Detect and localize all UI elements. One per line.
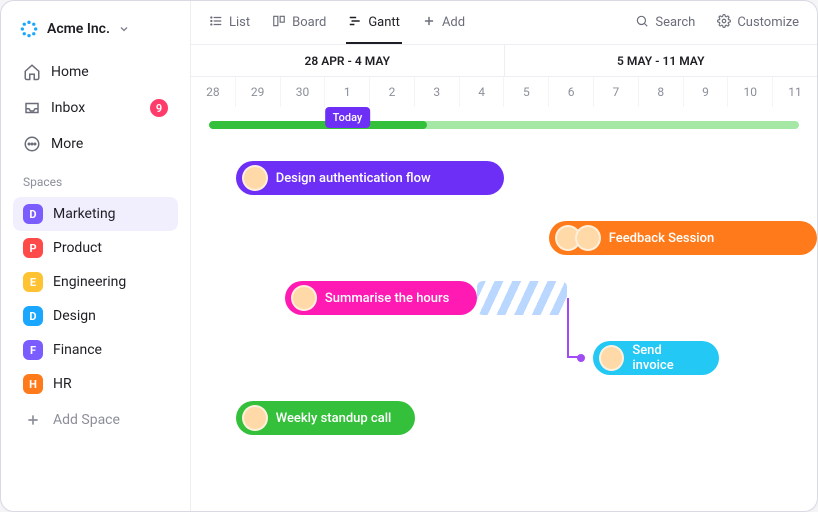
nav-more[interactable]: More (13, 127, 178, 161)
day-header: 7 (594, 77, 639, 107)
avatar (599, 345, 624, 371)
range-right: 5 MAY - 11 MAY (505, 45, 818, 76)
task-auth[interactable]: Design authentication flow (236, 161, 504, 195)
task-label: Design authentication flow (276, 171, 431, 186)
chevron-down-icon (118, 20, 130, 39)
task-fb[interactable]: Feedback Session (549, 221, 817, 255)
more-icon (23, 135, 41, 153)
space-label: Engineering (53, 274, 126, 290)
nav-label: More (51, 136, 83, 152)
sidebar-space-marketing[interactable]: D Marketing (13, 197, 178, 231)
day-header: 1 (325, 77, 370, 107)
search-icon (635, 14, 649, 32)
sidebar-space-finance[interactable]: F Finance (13, 333, 178, 367)
day-header: 29 (236, 77, 281, 107)
day-header: 2 (370, 77, 415, 107)
day-header: 11 (773, 77, 817, 107)
workspace-switcher[interactable]: Acme Inc. (13, 15, 178, 53)
task-label: Feedback Session (609, 231, 715, 246)
sidebar-space-hr[interactable]: H HR (13, 367, 178, 401)
space-label: Finance (53, 342, 102, 358)
day-header: 5 (504, 77, 549, 107)
avatar (291, 285, 317, 311)
inbox-badge: 9 (150, 99, 168, 117)
customize-button[interactable]: Customize (715, 2, 801, 44)
main: List Board Gantt Add Search Customize (191, 1, 817, 511)
task-label: Summarise the hours (325, 291, 449, 306)
progress-bar (209, 121, 799, 129)
today-marker: Today (325, 107, 371, 128)
add-space-button[interactable]: Add Space (13, 403, 178, 437)
task-hours[interactable]: Summarise the hours (285, 281, 477, 315)
space-label: HR (53, 376, 72, 392)
dependency-line (567, 298, 582, 358)
tab-board[interactable]: Board (270, 2, 328, 44)
sidebar: Acme Inc. Home Inbox 9 More Spaces DM (1, 1, 191, 511)
nav-label: Home (51, 64, 89, 80)
nav-label: Inbox (51, 100, 85, 116)
day-header: 8 (639, 77, 684, 107)
day-header: 28 (191, 77, 236, 107)
day-header: 6 (549, 77, 594, 107)
day-header: 30 (281, 77, 326, 107)
space-chip-icon: E (23, 272, 43, 292)
day-header: 9 (684, 77, 729, 107)
workspace-name: Acme Inc. (47, 21, 110, 37)
day-header: 4 (460, 77, 505, 107)
app-frame: Acme Inc. Home Inbox 9 More Spaces DM (0, 0, 818, 512)
avatar (575, 225, 601, 251)
workspace-logo-icon (19, 19, 39, 39)
task-label: Weekly standup call (276, 411, 392, 426)
space-chip-icon: P (23, 238, 43, 258)
gear-icon (717, 14, 731, 32)
tab-label: Add (442, 15, 465, 30)
tab-add-view[interactable]: Add (420, 2, 467, 44)
plus-icon (422, 14, 436, 32)
board-icon (272, 14, 286, 32)
gantt-icon (348, 14, 362, 32)
task-standup[interactable]: Weekly standup call (236, 401, 415, 435)
space-label: Product (53, 240, 102, 256)
space-label: Marketing (53, 206, 116, 222)
view-tabs: List Board Gantt Add Search Customize (191, 1, 817, 45)
progress-fill (209, 121, 427, 129)
home-icon (23, 63, 41, 81)
gantt-timeline[interactable]: 28 APR - 4 MAY 5 MAY - 11 MAY 2829301234… (191, 45, 817, 511)
nav-inbox[interactable]: Inbox 9 (13, 91, 178, 125)
space-chip-icon: D (23, 204, 43, 224)
plus-icon (23, 410, 43, 430)
spaces-list: D Marketing P Product E Engineering D Design F Fi… (13, 197, 178, 401)
timeline-header-ranges: 28 APR - 4 MAY 5 MAY - 11 MAY (191, 45, 817, 77)
tab-label: List (229, 15, 250, 30)
avatar (242, 165, 268, 191)
range-left: 28 APR - 4 MAY (191, 45, 505, 76)
add-space-label: Add Space (53, 412, 120, 428)
nav-home[interactable]: Home (13, 55, 178, 89)
day-header: 10 (728, 77, 773, 107)
tab-label: Gantt (368, 15, 400, 30)
sidebar-space-design[interactable]: D Design (13, 299, 178, 333)
list-icon (209, 14, 223, 32)
task-invoice[interactable]: Send invoice (593, 341, 718, 375)
day-header: 3 (415, 77, 460, 107)
customize-label: Customize (737, 15, 799, 30)
sidebar-space-engineering[interactable]: E Engineering (13, 265, 178, 299)
avatar (242, 405, 268, 431)
search-button[interactable]: Search (633, 2, 697, 44)
tab-list[interactable]: List (207, 2, 252, 44)
space-label: Design (53, 308, 96, 324)
search-label: Search (655, 15, 695, 30)
task-label: Send invoice (632, 343, 702, 373)
inbox-icon (23, 99, 41, 117)
tab-gantt[interactable]: Gantt (346, 2, 402, 44)
timeline-header-days: 2829301234567891011 (191, 77, 817, 107)
sidebar-space-product[interactable]: P Product (13, 231, 178, 265)
dependency-end-dot (577, 354, 585, 362)
spaces-section-label: Spaces (13, 163, 178, 195)
task-buffer (477, 281, 566, 315)
space-chip-icon: F (23, 340, 43, 360)
space-chip-icon: H (23, 374, 43, 394)
space-chip-icon: D (23, 306, 43, 326)
tab-label: Board (292, 15, 326, 30)
